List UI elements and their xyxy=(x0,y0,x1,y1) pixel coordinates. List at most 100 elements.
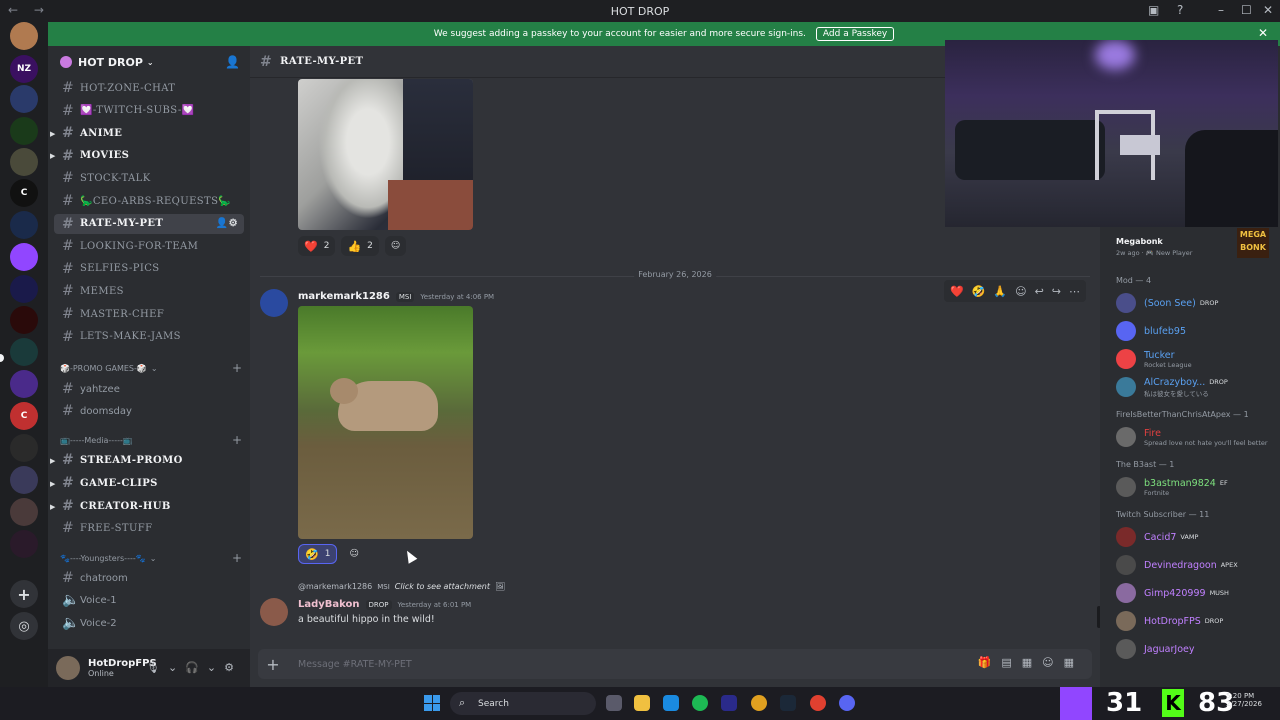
laugh-reaction-icon[interactable]: 🤣 xyxy=(972,285,986,298)
channel-item[interactable]: # 🦕CEO-ARBS-REQUESTS🦕 xyxy=(54,191,244,211)
voice-channel-2[interactable]: 🔈 Voice-2 xyxy=(54,613,244,633)
discover-icon[interactable]: ◎ xyxy=(10,612,38,640)
close-icon[interactable]: ✕ xyxy=(1258,26,1268,40)
add-passkey-button[interactable]: Add a Passkey xyxy=(815,27,895,41)
member-row[interactable]: Gimp420999 MUSH xyxy=(1116,582,1276,604)
category-promo-games[interactable]: 🎲-PROMO GAMES-🎲 ⌄ + xyxy=(60,361,242,375)
channel-game-clips[interactable]: ▶ # GAME-CLIPS xyxy=(50,473,244,493)
clock[interactable]: 5:20 PM 2/27/2026 xyxy=(1226,692,1262,708)
server-icon[interactable] xyxy=(10,148,38,176)
server-icon[interactable] xyxy=(10,306,38,334)
avatar[interactable] xyxy=(56,656,80,680)
twitch-server-icon[interactable] xyxy=(10,243,38,271)
chrome-icon[interactable] xyxy=(751,695,767,711)
member-row[interactable]: Devinedragoon APEX xyxy=(1116,554,1276,576)
minimize-button[interactable]: – xyxy=(1218,3,1224,17)
member-group-title[interactable]: FireIsBetterThanChrisAtApex — 1 xyxy=(1116,410,1249,419)
server-icon[interactable]: NZ xyxy=(10,55,38,83)
windows-start-icon[interactable] xyxy=(424,695,440,711)
add-server-button[interactable]: + xyxy=(10,580,38,608)
server-icon[interactable] xyxy=(10,466,38,494)
member-row[interactable]: Tucker Rocket League xyxy=(1116,348,1276,370)
member-group-title[interactable]: Twitch Subscriber — 11 xyxy=(1116,510,1209,519)
game-activity-card[interactable]: Megabonk 2w ago · 🎮 New Player MEGA BONK xyxy=(1110,228,1275,264)
avatar[interactable] xyxy=(260,289,288,317)
notepad-icon[interactable] xyxy=(663,695,679,711)
hud-app-icon[interactable] xyxy=(721,695,737,711)
member-row[interactable]: JaguarJoey xyxy=(1116,638,1276,660)
channel-item[interactable]: # SELFIES-PICS xyxy=(54,259,244,279)
invite-icon[interactable]: 👤 xyxy=(225,55,240,69)
user-controls[interactable]: 🎙⌄🎧⌄⚙ xyxy=(146,661,242,674)
member-row[interactable]: b3astman9824 EF Fortnite xyxy=(1116,476,1276,498)
channel-item[interactable]: # LOOKING-FOR-TEAM xyxy=(54,236,244,256)
channel-item[interactable]: # STOCK-TALK xyxy=(54,168,244,188)
member-group-title[interactable]: The B3ast — 1 xyxy=(1116,460,1174,469)
member-row[interactable]: Cacid7 VAMP xyxy=(1116,526,1276,548)
channel-item[interactable]: # MEMES xyxy=(54,281,244,301)
channel-stream-promo[interactable]: ▶ # STREAM-PROMO xyxy=(50,450,244,470)
cat-photo-attachment[interactable] xyxy=(298,79,473,230)
forward-icon[interactable]: ↪ xyxy=(1052,285,1061,298)
chrome-icon[interactable] xyxy=(810,695,826,711)
channel-item[interactable]: # MASTER-CHEF xyxy=(54,304,244,324)
server-icon[interactable]: C xyxy=(10,402,38,430)
add-channel-icon[interactable]: + xyxy=(232,551,242,565)
server-icon[interactable] xyxy=(10,338,38,366)
member-row[interactable]: HotDropFPS DROP xyxy=(1116,610,1276,632)
member-row[interactable]: (Soon See) DROP xyxy=(1116,292,1276,314)
member-group-title[interactable]: Mod — 4 xyxy=(1116,276,1151,285)
voice-channel-1[interactable]: 🔈 Voice-1 xyxy=(54,590,244,610)
member-row[interactable]: AlCrazyboy... DROP 私は彼女を愛している xyxy=(1116,376,1276,398)
channel-item[interactable]: # RATE-MY-PET 👤⚙ xyxy=(54,213,244,234)
more-icon[interactable]: ⋯ xyxy=(1069,285,1080,298)
composer-tools[interactable]: 🎁▤▦☺▦ xyxy=(978,656,1084,669)
spotify-icon[interactable] xyxy=(692,695,708,711)
close-window-button[interactable]: ✕ xyxy=(1263,3,1273,17)
task-view-icon[interactable] xyxy=(606,695,622,711)
member-row[interactable]: blufeb95 xyxy=(1116,320,1276,342)
channel-settings-icon[interactable]: 👤⚙ xyxy=(216,218,238,229)
guild-header[interactable]: HOT DROP ⌄ 👤 xyxy=(48,46,250,78)
server-icon[interactable] xyxy=(10,117,38,145)
category-youngsters[interactable]: 🐾----Youngsters----🐾 ⌄ + xyxy=(60,551,242,565)
channel-item[interactable]: # HOT-ZONE-CHAT xyxy=(54,78,244,98)
discord-icon[interactable] xyxy=(839,695,855,711)
server-icon[interactable] xyxy=(10,498,38,526)
server-icon-hot-drop[interactable] xyxy=(10,370,38,398)
steam-icon[interactable] xyxy=(780,695,796,711)
server-icon[interactable] xyxy=(10,434,38,462)
message-composer[interactable]: + Message #RATE-MY-PET 🎁▤▦☺▦ xyxy=(258,649,1092,679)
add-reaction-button[interactable]: ☺ xyxy=(343,544,364,564)
message-author[interactable]: LadyBakon xyxy=(298,599,360,610)
quick-reaction-icon[interactable]: 🙏 xyxy=(993,285,1007,298)
channel-creator-hub[interactable]: ▶ # CREATOR-HUB xyxy=(50,496,244,516)
reaction-heart[interactable]: ❤️ 2 xyxy=(298,236,336,256)
channel-item[interactable]: ▶ # MOVIES xyxy=(50,146,244,166)
help-icon[interactable]: ? xyxy=(1177,3,1183,17)
attach-plus-icon[interactable]: + xyxy=(258,655,288,674)
heart-reaction-icon[interactable]: ❤️ xyxy=(950,285,964,298)
server-icon[interactable]: C xyxy=(10,179,38,207)
server-icon[interactable] xyxy=(10,211,38,239)
channel-chatroom[interactable]: # chatroom xyxy=(54,568,244,588)
message-input[interactable]: Message #RATE-MY-PET xyxy=(298,659,412,670)
server-icon[interactable] xyxy=(10,530,38,558)
channel-item[interactable]: ▶ # ANIME xyxy=(50,123,244,143)
dog-photo-attachment[interactable] xyxy=(298,306,473,539)
add-reaction-button[interactable]: ☺ xyxy=(384,236,407,256)
message-author[interactable]: markemark1286 xyxy=(298,291,390,302)
reaction-laugh[interactable]: 🤣 1 xyxy=(298,544,338,564)
taskbar-search[interactable]: ⌕ Search xyxy=(450,692,596,715)
channel-item[interactable]: # LETS-MAKE-JAMS xyxy=(54,327,244,347)
maximize-button[interactable]: ☐ xyxy=(1241,3,1252,17)
add-reaction-icon[interactable]: ☺ xyxy=(1015,285,1026,298)
channel-item[interactable]: # 💟-TWITCH-SUBS-💟 xyxy=(54,101,244,121)
add-channel-icon[interactable]: + xyxy=(232,433,242,447)
reply-preview[interactable]: @markemark1286 MSI Click to see attachme… xyxy=(298,582,505,591)
server-icon[interactable] xyxy=(10,85,38,113)
avatar[interactable] xyxy=(260,598,288,626)
channel-free-stuff[interactable]: # FREE-STUFF xyxy=(54,518,244,538)
category-media[interactable]: 📺-----Media-----📺 + xyxy=(60,433,242,447)
reply-icon[interactable]: ↩ xyxy=(1035,285,1044,298)
